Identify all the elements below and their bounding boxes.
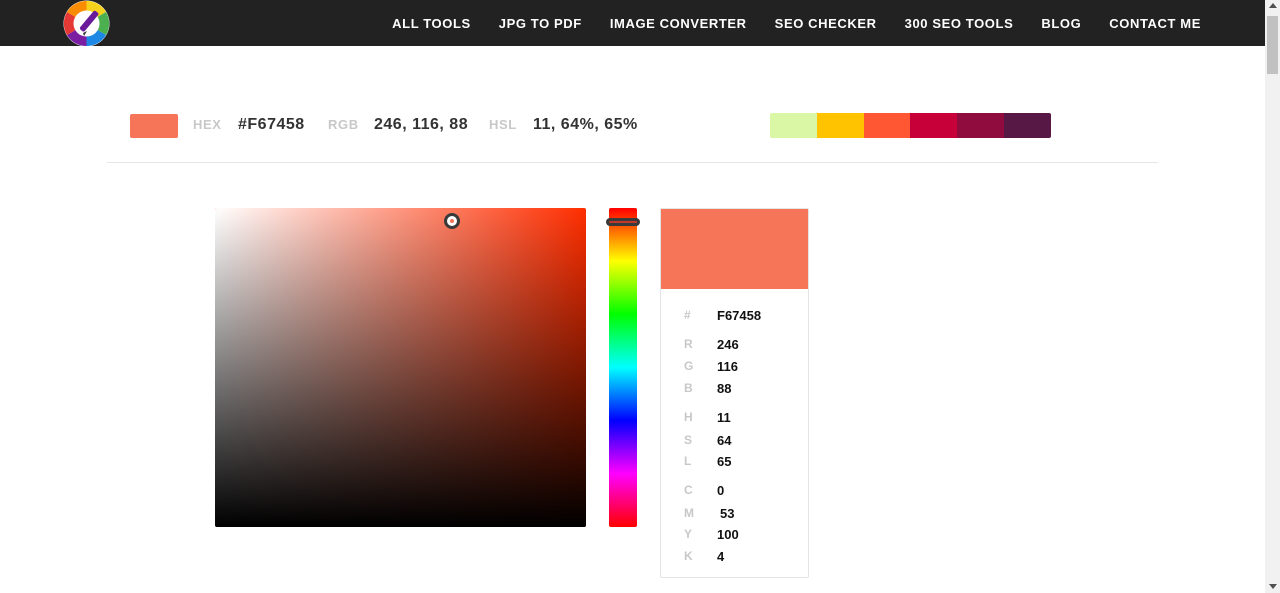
red-key: R — [684, 337, 693, 351]
cyan-value: 0 — [717, 483, 725, 498]
palette-swatch-5[interactable] — [957, 113, 1005, 138]
saturation-value: 64 — [717, 433, 732, 448]
saturation-key: S — [684, 433, 693, 447]
red-row: R 246 — [661, 337, 808, 353]
hex-value: #F67458 — [238, 116, 305, 133]
saturation-row: S 64 — [661, 433, 808, 449]
rgb-value: 246, 116, 88 — [374, 116, 469, 133]
blue-key: B — [684, 381, 693, 395]
scroll-up-arrow-icon[interactable] — [1269, 3, 1277, 8]
hex-key: # — [684, 308, 691, 322]
scroll-down-arrow-icon[interactable] — [1269, 584, 1277, 589]
hue-slider-handle[interactable] — [606, 217, 640, 226]
green-value: 116 — [717, 359, 738, 374]
blue-row: B 88 — [661, 381, 808, 397]
green-key: G — [684, 359, 694, 373]
yellow-row: Y 100 — [661, 527, 808, 543]
palette-swatch-2[interactable] — [816, 113, 864, 138]
nav-300-seo-tools[interactable]: 300 SEO TOOLS — [905, 16, 1014, 31]
green-row: G 116 — [661, 359, 808, 375]
black-key: K — [684, 549, 693, 563]
nav-blog[interactable]: BLOG — [1041, 16, 1081, 31]
nav-image-converter[interactable]: IMAGE CONVERTER — [610, 16, 747, 31]
black-value: 4 — [717, 549, 725, 564]
top-navbar: ALL TOOLS JPG TO PDF IMAGE CONVERTER SEO… — [0, 0, 1265, 47]
blue-value: 88 — [717, 381, 732, 396]
nav-seo-checker[interactable]: SEO CHECKER — [775, 16, 877, 31]
color-preview — [661, 209, 808, 289]
black-row: K 4 — [661, 549, 808, 565]
lightness-key: L — [684, 454, 692, 468]
lightness-row: L 65 — [661, 454, 808, 470]
hex-label: HEX — [193, 117, 222, 132]
cyan-row: C 0 — [661, 483, 808, 499]
lightness-value: 65 — [717, 454, 732, 469]
site-logo-icon[interactable] — [63, 0, 110, 47]
hsl-label: HSL — [489, 117, 517, 132]
palette-swatch-3[interactable] — [863, 113, 911, 138]
hue-row: H 11 — [661, 410, 808, 426]
current-color-swatch — [130, 114, 178, 138]
hue-slider[interactable] — [606, 208, 640, 527]
cursor-center-dot — [450, 218, 455, 223]
scroll-thumb[interactable] — [1267, 16, 1278, 74]
hex-detail-value: F67458 — [717, 308, 762, 323]
section-divider — [107, 162, 1158, 163]
main-nav: ALL TOOLS JPG TO PDF IMAGE CONVERTER SEO… — [364, 0, 1201, 46]
palette-swatch-6[interactable] — [1004, 113, 1051, 138]
nav-all-tools[interactable]: ALL TOOLS — [392, 16, 471, 31]
page-scrollbar[interactable] — [1265, 0, 1280, 593]
red-value: 246 — [717, 337, 739, 352]
magenta-value: 53 — [720, 506, 735, 521]
hex-row: # F67458 — [661, 308, 808, 324]
saturation-brightness-panel[interactable] — [215, 208, 586, 527]
nav-jpg-to-pdf[interactable]: JPG TO PDF — [499, 16, 582, 31]
hue-value: 11 — [717, 410, 731, 425]
yellow-value: 100 — [717, 527, 739, 542]
cyan-key: C — [684, 483, 693, 497]
palette-swatch-1[interactable] — [770, 113, 817, 138]
hsl-value: 11, 64%, 65% — [533, 116, 638, 133]
magenta-key: M — [684, 506, 694, 520]
color-details-card: # F67458 R 246 G 116 B 88 H 11 S 64 L 65… — [660, 208, 809, 578]
nav-contact-me[interactable]: CONTACT ME — [1109, 16, 1201, 31]
suggested-palette — [770, 113, 1051, 138]
palette-swatch-4[interactable] — [910, 113, 958, 138]
magenta-row: M 53 — [661, 506, 808, 522]
rgb-label: RGB — [328, 117, 359, 132]
hue-key: H — [684, 410, 693, 424]
yellow-key: Y — [684, 527, 693, 541]
brightness-gradient — [215, 208, 586, 527]
